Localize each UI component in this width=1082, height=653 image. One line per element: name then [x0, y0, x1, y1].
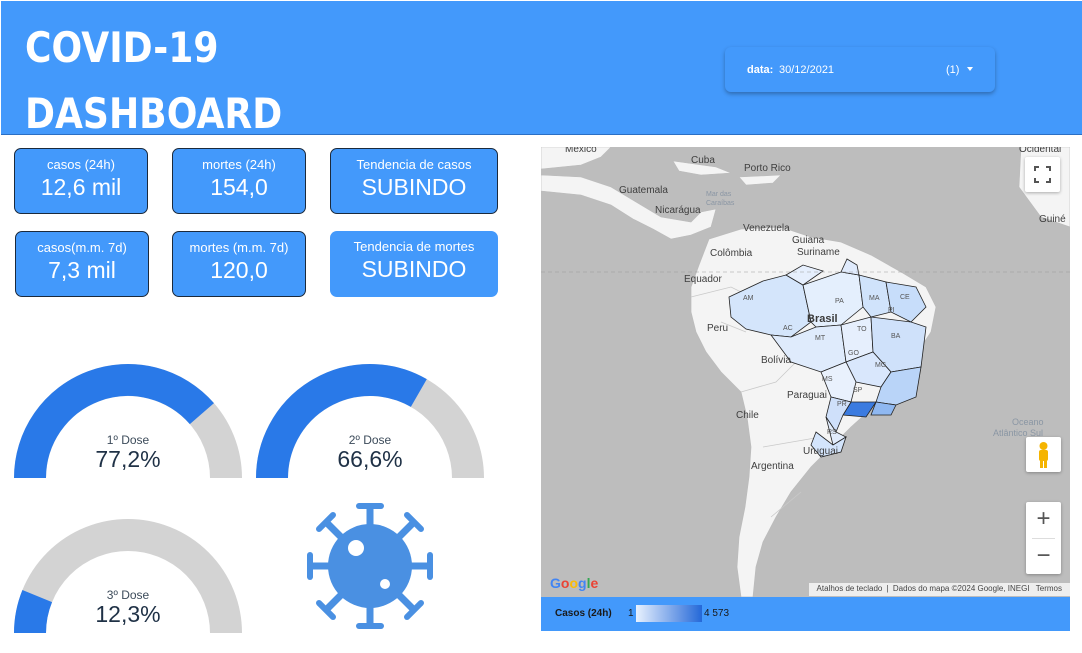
- street-view-pegman-button[interactable]: [1026, 437, 1061, 472]
- zoom-in-button[interactable]: +: [1026, 502, 1061, 538]
- state-label: RS: [827, 429, 837, 436]
- kpi-cases-7d: casos(m.m. 7d) 7,3 mil: [15, 231, 149, 297]
- date-filter-value: 30/12/2021: [779, 64, 835, 76]
- state-label: GO: [848, 350, 859, 357]
- state-label: AM: [743, 295, 754, 302]
- date-filter-dropdown[interactable]: data: 30/12/2021 (1): [725, 47, 995, 92]
- gauge-label: 1º Dose: [106, 433, 150, 447]
- kpi-value: 154,0: [210, 174, 268, 200]
- state-label: CE: [900, 294, 910, 301]
- kpi-value: SUBINDO: [361, 256, 467, 282]
- state-label: MS: [822, 376, 833, 383]
- header-bar: COVID-19 DASHBOARD data: 30/12/2021 (1): [1, 1, 1082, 138]
- gauge-value: 66,6%: [337, 446, 403, 472]
- kpi-label: casos(m.m. 7d): [37, 240, 127, 255]
- map-data-credit: Dados do mapa ©2024 Google, INEGI: [892, 584, 1030, 593]
- map-label: Guiana: [792, 235, 825, 246]
- terms-link[interactable]: Termos: [1036, 584, 1062, 593]
- map-label: Peru: [707, 323, 729, 334]
- gauge-value: 77,2%: [95, 446, 161, 472]
- keyboard-shortcuts-link[interactable]: Atalhos de teclado: [817, 584, 883, 593]
- state-label: PA: [835, 298, 844, 305]
- caret-down-icon[interactable]: [967, 67, 973, 71]
- kpi-value: SUBINDO: [361, 174, 467, 200]
- pegman-icon: [1039, 442, 1048, 468]
- map-legend: Casos (24h) 1 4 573: [541, 597, 1070, 631]
- legend-min: 1: [628, 608, 634, 619]
- state-label: MG: [875, 362, 887, 369]
- page-title: COVID-19 DASHBOARD: [25, 15, 282, 147]
- kpi-cases-trend: Tendencia de casos SUBINDO: [330, 148, 498, 214]
- map-label: Chile: [736, 410, 759, 421]
- map-label: Guiné: [1039, 214, 1066, 225]
- gauge-dose-1: 1º Dose 77,2%: [14, 363, 242, 478]
- google-logo[interactable]: Google: [550, 575, 598, 591]
- map-label: Bolívia: [761, 355, 792, 366]
- map-label: Paraguai: [787, 390, 828, 401]
- map-canvas[interactable]: [541, 147, 1070, 597]
- state-label: SP: [853, 387, 863, 394]
- map-label: Equador: [684, 274, 722, 285]
- kpi-label: mortes (24h): [202, 157, 276, 172]
- state-label: PR: [837, 401, 847, 408]
- state-label: TO: [857, 326, 867, 333]
- map-label: Uruguai: [803, 446, 839, 457]
- zoom-out-button[interactable]: −: [1026, 539, 1061, 575]
- kpi-value: 12,6 mil: [40, 174, 122, 200]
- state-label: MA: [869, 295, 880, 302]
- dashboard-page: COVID-19 DASHBOARD data: 30/12/2021 (1) …: [0, 0, 1082, 653]
- map-label: Venezuela: [743, 223, 790, 234]
- title-line-1: COVID-19: [25, 23, 219, 72]
- map-zoom-control: + −: [1026, 502, 1061, 574]
- map-label: Oceano: [1012, 417, 1044, 427]
- state-label: MT: [815, 335, 826, 342]
- kpi-value: 7,3 mil: [48, 257, 116, 283]
- map-label: Nicarágua: [655, 205, 701, 216]
- gauge-label: 3º Dose: [106, 588, 150, 602]
- legend-title: Casos (24h): [555, 608, 612, 619]
- kpi-deaths-7d: mortes (m.m. 7d) 120,0: [172, 231, 306, 297]
- gauge-dose-2: 2º Dose 66,6%: [256, 363, 484, 478]
- map-label: Suriname: [797, 247, 840, 258]
- map-label: Mar das Caraíbas: [706, 191, 735, 207]
- kpi-label: mortes (m.m. 7d): [189, 240, 289, 255]
- map-label: Brasil: [807, 313, 838, 325]
- state-label: AC: [783, 325, 793, 332]
- map-attribution: Atalhos de teclado | Dados do mapa ©2024…: [808, 583, 1070, 596]
- date-filter-label: data:: [747, 64, 774, 76]
- kpi-label: Tendencia de casos: [356, 157, 472, 172]
- map-label: Porto Rico: [744, 163, 791, 174]
- map-label: México: [565, 147, 597, 155]
- state-label: PI: [888, 307, 895, 314]
- date-filter-count: (1): [946, 64, 960, 76]
- fullscreen-icon: [1034, 166, 1051, 183]
- map-label: Argentina: [751, 461, 794, 472]
- legend-gradient: [636, 605, 702, 622]
- map-label: Ocidental: [1019, 147, 1062, 155]
- gauge-dose-3: 3º Dose 12,3%: [14, 518, 242, 633]
- fullscreen-button[interactable]: [1025, 157, 1060, 192]
- kpi-cases-24h: casos (24h) 12,6 mil: [14, 148, 148, 214]
- gauge-label: 2º Dose: [348, 433, 392, 447]
- virus-icon: [307, 503, 433, 629]
- map-label: Cuba: [691, 155, 715, 166]
- title-line-2: DASHBOARD: [25, 89, 283, 138]
- kpi-label: Tendencia de mortes: [353, 239, 475, 254]
- map-label: Colômbia: [710, 248, 753, 259]
- state-label: BA: [891, 333, 901, 340]
- legend-max: 4 573: [704, 608, 730, 619]
- gauge-value: 12,3%: [95, 601, 161, 627]
- kpi-deaths-24h: mortes (24h) 154,0: [172, 148, 306, 214]
- map-label: Guatemala: [619, 185, 668, 196]
- cases-map[interactable]: México Cuba Porto Rico Guatemala Mar das…: [541, 147, 1070, 597]
- kpi-label: casos (24h): [47, 157, 115, 172]
- kpi-deaths-trend: Tendencia de mortes SUBINDO: [330, 231, 498, 297]
- kpi-value: 120,0: [210, 257, 268, 283]
